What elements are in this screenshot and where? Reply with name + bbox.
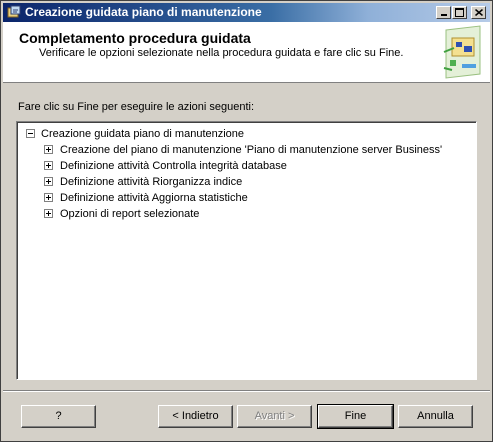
tree-item-label: Creazione del piano di manutenzione 'Pia… [60, 144, 443, 156]
expand-icon[interactable] [44, 193, 53, 202]
window-title: Creazione guidata piano di manutenzione [25, 5, 262, 19]
expand-icon[interactable] [44, 177, 53, 186]
wizard-window: Creazione guidata piano di manutenzione … [0, 0, 493, 442]
tree-item-label: Definizione attività Controlla integrità… [60, 160, 287, 172]
expand-icon[interactable] [44, 161, 53, 170]
cancel-button[interactable]: Annulla [398, 405, 473, 428]
maximize-button[interactable] [452, 6, 467, 19]
tree-root-label: Creazione guidata piano di manutenzione [41, 128, 245, 140]
maximize-icon [455, 8, 464, 17]
wizard-banner-icon [440, 24, 486, 80]
instructions-text: Fare clic su Fine per eseguire le azioni… [18, 101, 255, 113]
tree-item-label: Opzioni di report selezionate [60, 208, 200, 220]
close-button[interactable] [471, 6, 486, 19]
title-bar[interactable]: Creazione guidata piano di manutenzione [3, 3, 490, 22]
finish-button[interactable]: Fine [317, 404, 394, 429]
expand-icon[interactable] [44, 209, 53, 218]
page-title: Completamento procedura guidata [19, 30, 251, 46]
tree-item-label: Definizione attività Aggiorna statistich… [60, 192, 248, 204]
minimize-icon [440, 14, 447, 16]
minimize-button[interactable] [436, 6, 451, 19]
wizard-header: Completamento procedura guidata Verifica… [3, 22, 490, 83]
help-button[interactable]: ? [21, 405, 96, 428]
wizard-app-icon [7, 5, 21, 18]
actions-tree[interactable]: Creazione guidata piano di manutenzione … [16, 121, 477, 380]
close-icon [474, 9, 483, 16]
collapse-icon[interactable] [26, 129, 35, 138]
expand-icon[interactable] [44, 145, 53, 154]
back-button[interactable]: < Indietro [158, 405, 233, 428]
tree-item-label: Definizione attività Riorganizza indice [60, 176, 243, 188]
page-subtitle: Verificare le opzioni selezionate nella … [39, 47, 404, 59]
next-button[interactable]: Avanti > [237, 405, 312, 428]
footer-divider [3, 390, 490, 392]
